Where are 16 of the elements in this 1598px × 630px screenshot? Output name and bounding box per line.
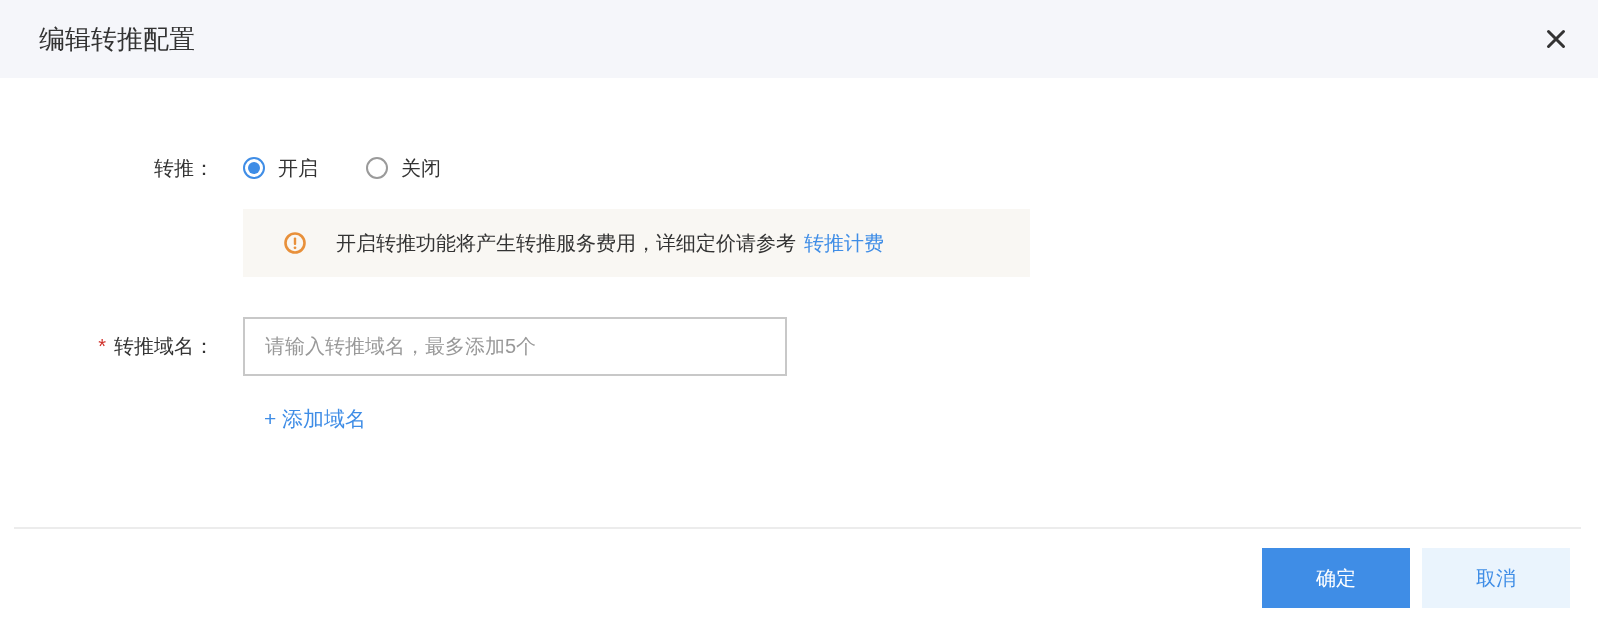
field-label: 转推域名： (114, 334, 214, 359)
radio-button[interactable] (243, 157, 265, 179)
domain-input[interactable]: 请输入转推域名，最多添加5个 (243, 317, 787, 376)
add-domain-link[interactable]: + 添加域名 (264, 404, 367, 434)
radio-button[interactable] (366, 157, 388, 179)
dialog-title: 编辑转推配置 (39, 22, 195, 56)
notice-text: 开启转推功能将产生转推服务费用，详细定价请参考 转推计费 (336, 230, 884, 256)
field-label: 转推： (154, 155, 214, 181)
required-mark: * (98, 335, 106, 358)
cancel-button[interactable]: 取消 (1422, 548, 1570, 608)
confirm-button[interactable]: 确定 (1262, 548, 1410, 608)
radio-label[interactable]: 开启 (278, 154, 318, 182)
close-icon[interactable] (1546, 29, 1566, 49)
warning-icon (284, 232, 306, 254)
radio-label[interactable]: 关闭 (401, 154, 441, 182)
pricing-link[interactable]: 转推计费 (804, 231, 884, 254)
